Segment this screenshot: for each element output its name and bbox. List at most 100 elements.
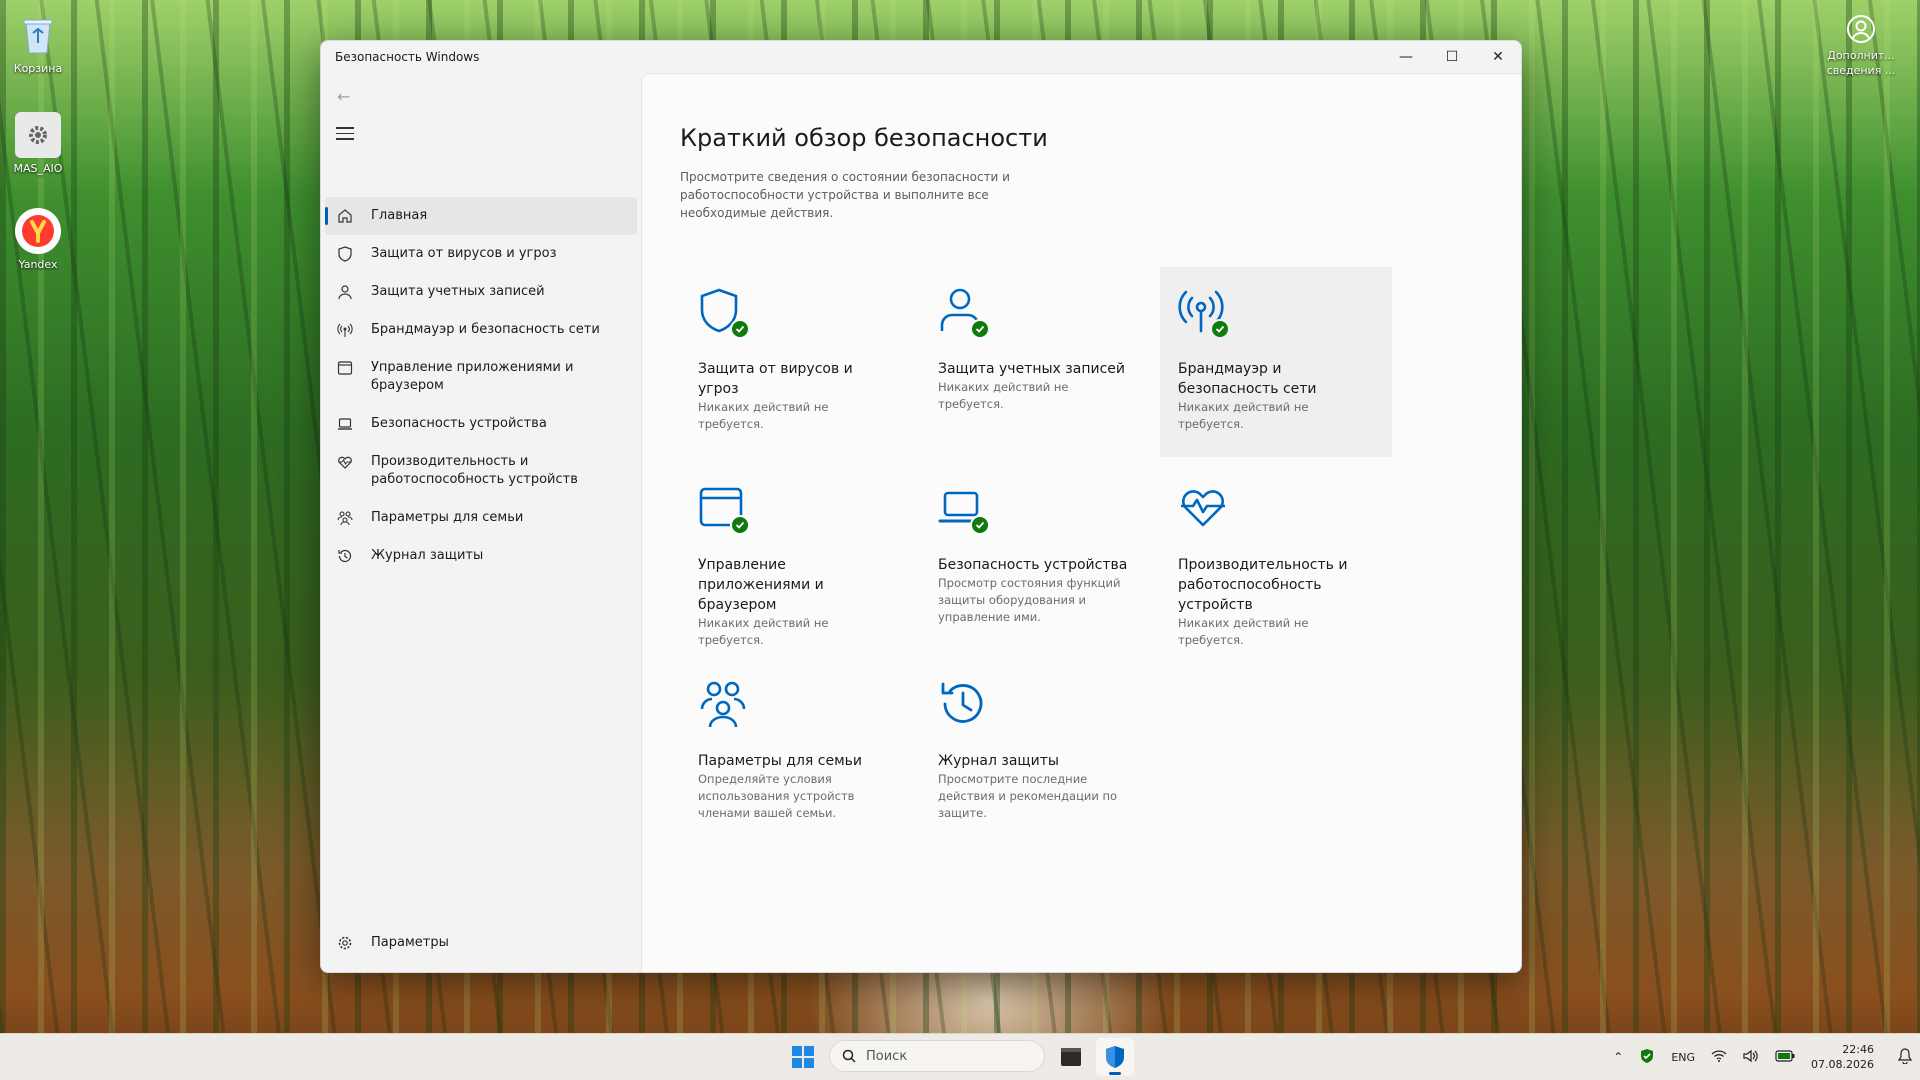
yandex-browser-icon <box>15 208 61 254</box>
gear-file-icon <box>15 112 61 158</box>
sidebar-item-family-options[interactable]: Параметры для семьи <box>325 499 637 537</box>
tile-firewall[interactable]: Брандмауэр и безопасность сети Никаких д… <box>1160 267 1392 457</box>
person-icon <box>338 285 352 300</box>
tray-security-icon[interactable] <box>1639 1048 1655 1067</box>
gear-icon <box>338 936 352 950</box>
clock-time: 22:46 <box>1842 1043 1874 1056</box>
desktop-icon-mas-aio[interactable]: MAS_AIO <box>6 112 70 175</box>
tile-subtitle: Никаких действий не требуется. <box>1178 616 1309 647</box>
status-ok-icon <box>730 319 750 339</box>
tile-subtitle: Никаких действий не требуется. <box>938 380 1069 411</box>
tile-title: Брандмауэр и безопасность сети <box>1178 361 1317 397</box>
notification-bell-icon[interactable] <box>1897 1047 1913 1067</box>
sidebar: ← Главная Защита от вирусов и угроз Защи… <box>321 73 641 972</box>
heart-pulse-icon <box>338 456 352 469</box>
tile-subtitle: Никаких действий не требуется. <box>1178 400 1309 431</box>
desktop-icon-label: Корзина <box>13 62 63 75</box>
tile-app-browser-control[interactable]: Управление приложениями и браузером Ника… <box>680 463 912 653</box>
sidebar-item-label: Параметры <box>371 935 449 950</box>
sidebar-item-protection-history[interactable]: Журнал защиты <box>325 537 637 575</box>
desktop-icon-label: Yandex <box>18 258 58 271</box>
sidebar-item-label: Главная <box>371 208 428 223</box>
tile-device-security[interactable]: Безопасность устройства Просмотр состоян… <box>920 463 1152 653</box>
minimize-button[interactable]: — <box>1383 41 1429 73</box>
sidebar-item-account-protection[interactable]: Защита учетных записей <box>325 273 637 311</box>
desktop-icon-yandex[interactable]: Yandex <box>6 208 70 271</box>
family-icon <box>700 681 746 728</box>
heart-pulse-icon <box>1181 490 1225 527</box>
antenna-icon <box>337 323 353 337</box>
clock[interactable]: 22:46 07.08.2026 <box>1811 1042 1874 1072</box>
desktop-icon-label: MAS_AIO <box>13 162 63 175</box>
security-tiles-grid: Защита от вирусов и угроз Никаких действ… <box>680 267 1392 849</box>
back-arrow-icon[interactable]: ← <box>337 87 350 106</box>
tile-family-options[interactable]: Параметры для семьи Определяйте условия … <box>680 659 912 849</box>
desktop-user-label: Дополнит... сведения ... <box>1826 49 1896 77</box>
status-ok-icon <box>1210 319 1230 339</box>
sidebar-item-device-security[interactable]: Безопасность устройства <box>325 405 637 443</box>
sidebar-item-app-browser-control[interactable]: Управление приложениями и браузером <box>325 349 637 405</box>
status-ok-icon <box>970 319 990 339</box>
start-button[interactable] <box>792 1046 814 1068</box>
status-ok-icon <box>970 515 990 535</box>
windows-logo-icon <box>792 1046 814 1068</box>
sidebar-nav: Главная Защита от вирусов и угроз Защита… <box>325 197 637 575</box>
window-title: Безопасность Windows <box>335 50 480 64</box>
sidebar-item-home[interactable]: Главная <box>325 197 637 235</box>
title-bar[interactable]: Безопасность Windows — ☐ ✕ <box>321 41 1521 73</box>
tile-subtitle: Никаких действий не требуется. <box>698 400 829 431</box>
system-tray: ⌃ ENG 22:46 07.08.2026 <box>1605 1034 1920 1080</box>
desktop-user-info[interactable]: Дополнит... сведения ... <box>1816 14 1906 78</box>
hamburger-menu-icon[interactable] <box>336 123 354 144</box>
tile-title: Защита учетных записей <box>938 361 1125 377</box>
terminal-icon <box>1061 1048 1081 1066</box>
recycle-bin-icon <box>15 12 61 58</box>
window-controls: — ☐ ✕ <box>1383 41 1521 73</box>
tile-title: Производительность и работоспособность у… <box>1178 557 1348 613</box>
laptop-icon <box>338 418 352 430</box>
sidebar-item-label: Защита от вирусов и угроз <box>371 246 557 261</box>
sidebar-item-label: Управление приложениями и браузером <box>371 360 574 393</box>
volume-icon[interactable] <box>1743 1049 1759 1066</box>
close-button[interactable]: ✕ <box>1475 41 1521 73</box>
tile-title: Безопасность устройства <box>938 557 1128 573</box>
tile-title: Защита от вирусов и угроз <box>698 361 853 397</box>
clock-date: 07.08.2026 <box>1811 1058 1874 1071</box>
sidebar-item-settings[interactable]: Параметры <box>325 924 459 962</box>
search-placeholder: Поиск <box>866 1048 908 1064</box>
tile-protection-history[interactable]: Журнал защиты Просмотрите последние дейс… <box>920 659 1152 849</box>
wifi-icon[interactable] <box>1711 1049 1727 1066</box>
home-icon <box>338 209 352 223</box>
sidebar-item-label: Защита учетных записей <box>371 284 545 299</box>
battery-icon[interactable] <box>1775 1049 1795 1065</box>
show-hidden-icons-chevron-icon[interactable]: ⌃ <box>1613 1050 1623 1064</box>
taskbar-app-terminal[interactable] <box>1052 1038 1090 1076</box>
sidebar-item-label: Брандмауэр и безопасность сети <box>371 322 600 337</box>
sidebar-item-firewall[interactable]: Брандмауэр и безопасность сети <box>325 311 637 349</box>
security-shield-icon <box>1106 1046 1124 1068</box>
tile-title: Журнал защиты <box>938 753 1059 769</box>
taskbar: Поиск ⌃ ENG 22:46 07.08.2026 <box>0 1033 1920 1080</box>
user-circle-icon <box>1847 15 1875 43</box>
sidebar-item-label: Безопасность устройства <box>371 416 547 431</box>
sidebar-item-virus-protection[interactable]: Защита от вирусов и угроз <box>325 235 637 273</box>
windows-security-window: Безопасность Windows — ☐ ✕ ← Главная Защ… <box>320 40 1522 973</box>
taskbar-search[interactable]: Поиск <box>829 1040 1045 1072</box>
page-title: Краткий обзор безопасности <box>680 124 1048 152</box>
search-icon <box>842 1049 856 1063</box>
page-description: Просмотрите сведения о состоянии безопас… <box>680 170 1010 220</box>
tile-virus-protection[interactable]: Защита от вирусов и угроз Никаких действ… <box>680 267 912 457</box>
sidebar-item-label: Журнал защиты <box>371 548 484 563</box>
language-indicator[interactable]: ENG <box>1671 1051 1695 1064</box>
tile-title: Управление приложениями и браузером <box>698 557 824 613</box>
desktop-icon-recycle-bin[interactable]: Корзина <box>6 12 70 75</box>
tile-subtitle: Никаких действий не требуется. <box>698 616 829 647</box>
app-browser-icon <box>337 361 353 375</box>
taskbar-app-windows-security[interactable] <box>1096 1038 1134 1076</box>
history-icon <box>941 682 983 723</box>
maximize-button[interactable]: ☐ <box>1429 41 1475 73</box>
tile-title: Параметры для семьи <box>698 753 863 769</box>
sidebar-item-device-performance[interactable]: Производительность и работоспособность у… <box>325 443 637 499</box>
tile-device-performance[interactable]: Производительность и работоспособность у… <box>1160 463 1392 653</box>
tile-account-protection[interactable]: Защита учетных записей Никаких действий … <box>920 267 1152 457</box>
